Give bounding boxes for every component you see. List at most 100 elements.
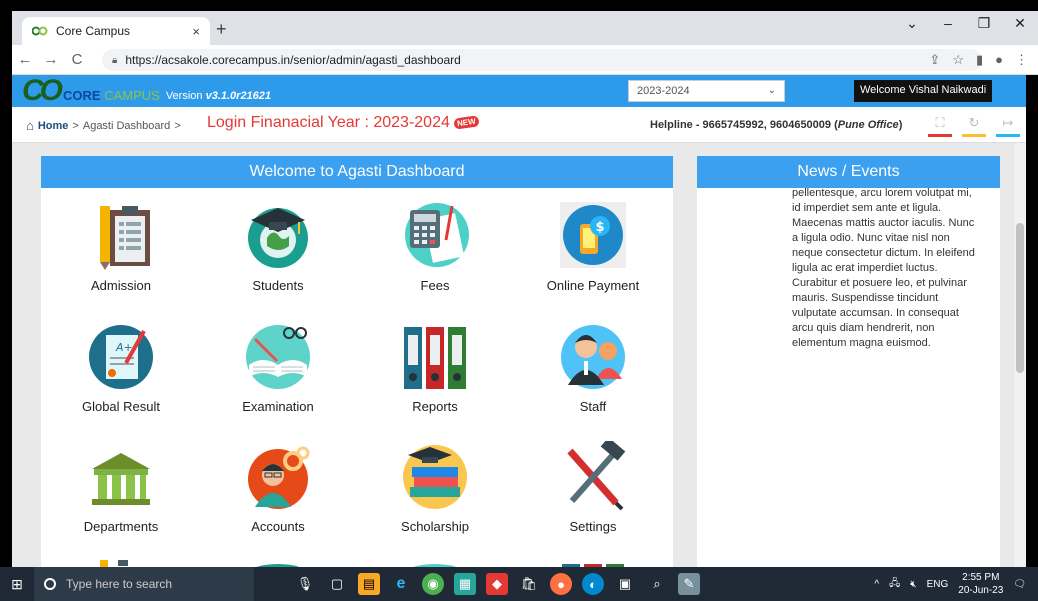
- browser-tab[interactable]: Core Campus ×: [22, 17, 210, 45]
- tab-title: Core Campus: [56, 24, 131, 38]
- tile-accounts[interactable]: Accounts: [198, 441, 358, 534]
- refresh-icon[interactable]: ↻: [962, 115, 986, 137]
- search-app-icon[interactable]: ⌕: [646, 573, 668, 595]
- fullscreen-icon[interactable]: ⛶: [928, 115, 952, 137]
- tab-close-icon[interactable]: ×: [192, 24, 200, 39]
- taskbar-search-input[interactable]: Type here to search: [34, 567, 254, 601]
- financial-year-select[interactable]: 2023-2024 ⌄: [628, 80, 785, 102]
- edge-legacy-icon[interactable]: e: [390, 573, 412, 595]
- building-icon: [86, 441, 156, 511]
- tile-examination[interactable]: Examination: [198, 321, 358, 414]
- login-year-text: Login Finanacial Year : 2023-2024: [207, 114, 450, 131]
- breadcrumb-bar: ⌂ Home > Agasti Dashboard > Login Finana…: [12, 107, 1026, 143]
- tile-label: Fees: [420, 278, 450, 293]
- home-icon[interactable]: ⌂: [26, 118, 34, 133]
- tile-scholarship[interactable]: Scholarship: [355, 441, 515, 534]
- partial-tile-icon: [86, 560, 156, 567]
- dashboard-panel: Welcome to Agasti Dashboard Admission St…: [41, 156, 673, 567]
- toolbar-right: ⇪ ☆ ▮ ● ⋮: [929, 52, 1028, 68]
- network-icon[interactable]: 🖧︎: [889, 576, 900, 593]
- close-window-button[interactable]: ✕: [1002, 15, 1038, 32]
- tile-fees[interactable]: Fees: [355, 200, 515, 293]
- share-icon[interactable]: ⇪: [929, 52, 940, 68]
- tile-reports[interactable]: Reports: [355, 321, 515, 414]
- file-explorer-icon[interactable]: ▤: [358, 573, 380, 595]
- binders-icon: [400, 321, 470, 391]
- clock-time: 2:55 PM: [962, 572, 1000, 583]
- books-cap-icon: [400, 441, 470, 511]
- minimize-button[interactable]: –: [930, 15, 966, 32]
- task-view-icon[interactable]: ▢: [326, 573, 348, 595]
- store-icon[interactable]: 🛍︎: [518, 573, 540, 595]
- tile-departments[interactable]: Departments: [41, 441, 201, 534]
- graduation-globe-icon: [243, 200, 313, 270]
- system-tray: ^ 🖧︎ 🔇︎ ENG 2:55 PM 20-Jun-23 🗨︎: [874, 567, 1026, 601]
- edge-icon[interactable]: ◐: [582, 573, 604, 595]
- firefox-icon[interactable]: ●: [550, 573, 572, 595]
- partial-tile-icon: [243, 560, 313, 567]
- tile-staff[interactable]: Staff: [513, 321, 673, 414]
- tile-label: Settings: [569, 519, 617, 534]
- corecampus-logo[interactable]: CO CORE CAMPUS Version v3.1.0r21621: [22, 76, 272, 106]
- breadcrumb-separator: >: [72, 119, 79, 132]
- breadcrumb-home[interactable]: Home: [38, 120, 69, 132]
- tile-admission[interactable]: Admission: [41, 200, 201, 293]
- tile-global-result[interactable]: A+ Global Result: [41, 321, 201, 414]
- volume-muted-icon[interactable]: 🔇︎: [910, 579, 916, 590]
- book-glasses-icon: [243, 321, 313, 391]
- tray-chevron-icon[interactable]: ^: [874, 579, 879, 590]
- language-indicator[interactable]: ENG: [927, 579, 949, 590]
- sidepanel-icon[interactable]: ▮: [976, 52, 983, 68]
- notepad-icon[interactable]: ✎: [678, 573, 700, 595]
- url-input[interactable]: 🔒︎ https://acsakole.corecampus.in/senior…: [102, 49, 982, 71]
- network-app-icon[interactable]: ▣: [614, 573, 636, 595]
- profile-icon[interactable]: ●: [995, 52, 1003, 68]
- tools-icon: [558, 437, 628, 511]
- tile-online-payment[interactable]: $ Online Payment: [513, 200, 673, 293]
- tile-partial[interactable]: [513, 560, 673, 567]
- reload-button[interactable]: C: [64, 51, 90, 68]
- browser-tab-strip: Core Campus × + ⌄ – ❐ ✕: [12, 11, 1038, 45]
- tile-partial[interactable]: [41, 560, 201, 567]
- tile-settings[interactable]: Settings: [513, 437, 673, 534]
- chevron-down-icon[interactable]: ⌄: [894, 15, 930, 32]
- search-placeholder: Type here to search: [66, 577, 173, 591]
- tile-partial[interactable]: [198, 560, 358, 567]
- forward-button[interactable]: →: [38, 51, 64, 68]
- clock[interactable]: 2:55 PM 20-Jun-23: [958, 571, 1003, 597]
- microphone-icon[interactable]: 🎙︎: [294, 573, 316, 595]
- chrome-icon[interactable]: ◉: [422, 573, 444, 595]
- url-text: https://acsakole.corecampus.in/senior/ad…: [125, 53, 461, 67]
- news-panel: News / Events pellentesque, arcu lorem v…: [697, 156, 1000, 567]
- main-content: Welcome to Agasti Dashboard Admission St…: [12, 143, 1026, 567]
- windows-start-icon[interactable]: ⊞: [0, 576, 34, 593]
- mobile-payment-icon: $: [558, 200, 628, 270]
- clipboard-icon: [86, 200, 156, 270]
- app-icon[interactable]: ▦: [454, 573, 476, 595]
- scrollbar-thumb[interactable]: [1016, 223, 1024, 373]
- menu-kebab-icon[interactable]: ⋮: [1015, 52, 1028, 68]
- breadcrumb-current[interactable]: Agasti Dashboard: [83, 120, 170, 132]
- accountant-gears-icon: [243, 441, 313, 511]
- page-scrollbar[interactable]: [1014, 143, 1026, 567]
- tile-partial[interactable]: [355, 560, 515, 567]
- tile-label: Admission: [91, 278, 151, 293]
- tile-label: Staff: [579, 399, 607, 414]
- logout-icon[interactable]: ↦: [996, 115, 1020, 137]
- bookmark-star-icon[interactable]: ☆: [952, 52, 964, 68]
- anydesk-icon[interactable]: ◆: [486, 573, 508, 595]
- clock-date: 20-Jun-23: [958, 585, 1004, 596]
- back-button[interactable]: ←: [12, 51, 38, 68]
- maximize-button[interactable]: ❐: [966, 15, 1002, 32]
- site-favicon-icon: [32, 25, 48, 37]
- lock-icon: 🔒︎: [112, 54, 118, 66]
- partial-tile-icon: [558, 560, 628, 567]
- tile-label: Reports: [412, 399, 458, 414]
- tile-students[interactable]: Students: [198, 200, 358, 293]
- notification-icon[interactable]: 🗨︎: [1013, 579, 1026, 590]
- welcome-user[interactable]: Welcome Vishal Naikwadi: [854, 80, 993, 102]
- version-label: Version v3.1.0r21621: [165, 90, 272, 102]
- taskbar-apps: 🎙︎ ▢ ▤ e ◉ ▦ ◆ 🛍︎ ● ◐ ▣ ⌕ ✎: [294, 573, 700, 595]
- new-tab-button[interactable]: +: [216, 19, 227, 40]
- breadcrumb-separator: >: [174, 119, 181, 132]
